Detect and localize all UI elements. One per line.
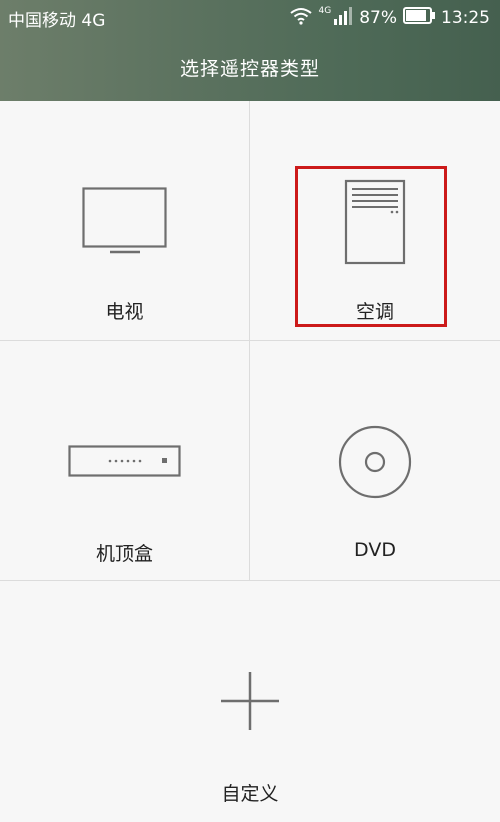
battery-icon bbox=[403, 7, 435, 29]
device-tile-custom[interactable]: 自定义 bbox=[0, 581, 500, 822]
device-label-air-conditioner: 空调 bbox=[355, 301, 394, 323]
device-label-set-top-box: 机顶盒 bbox=[95, 543, 153, 565]
wifi-icon bbox=[289, 7, 313, 30]
device-label-dvd: DVD bbox=[354, 539, 396, 561]
device-tile-set-top-box[interactable]: 机顶盒 bbox=[0, 341, 250, 581]
device-type-grid: 电视 空调 机顶盒 DVD 自定义 bbox=[0, 101, 500, 822]
disc-icon bbox=[338, 425, 412, 499]
plus-icon bbox=[221, 672, 279, 730]
device-label-custom: 自定义 bbox=[221, 783, 279, 805]
tv-icon bbox=[82, 187, 167, 254]
signal-icon bbox=[333, 6, 353, 30]
device-tile-tv[interactable]: 电视 bbox=[0, 101, 250, 341]
battery-percentage: 87% bbox=[359, 8, 397, 28]
clock: 13:25 bbox=[441, 8, 490, 28]
device-tile-dvd[interactable]: DVD bbox=[250, 341, 500, 581]
header: 中国移动 4G 4G 87% 13:25 选择遥控器类型 bbox=[0, 0, 500, 101]
air-conditioner-icon bbox=[344, 179, 406, 265]
page-title: 选择遥控器类型 bbox=[179, 58, 320, 80]
set-top-box-icon bbox=[68, 445, 181, 477]
device-label-tv: 电视 bbox=[105, 301, 144, 323]
carrier-label: 中国移动 4G bbox=[8, 10, 106, 31]
device-tile-air-conditioner[interactable]: 空调 bbox=[250, 101, 500, 341]
network-type-label: 4G bbox=[318, 6, 332, 16]
status-bar: 中国移动 4G 4G 87% 13:25 bbox=[0, 0, 500, 36]
